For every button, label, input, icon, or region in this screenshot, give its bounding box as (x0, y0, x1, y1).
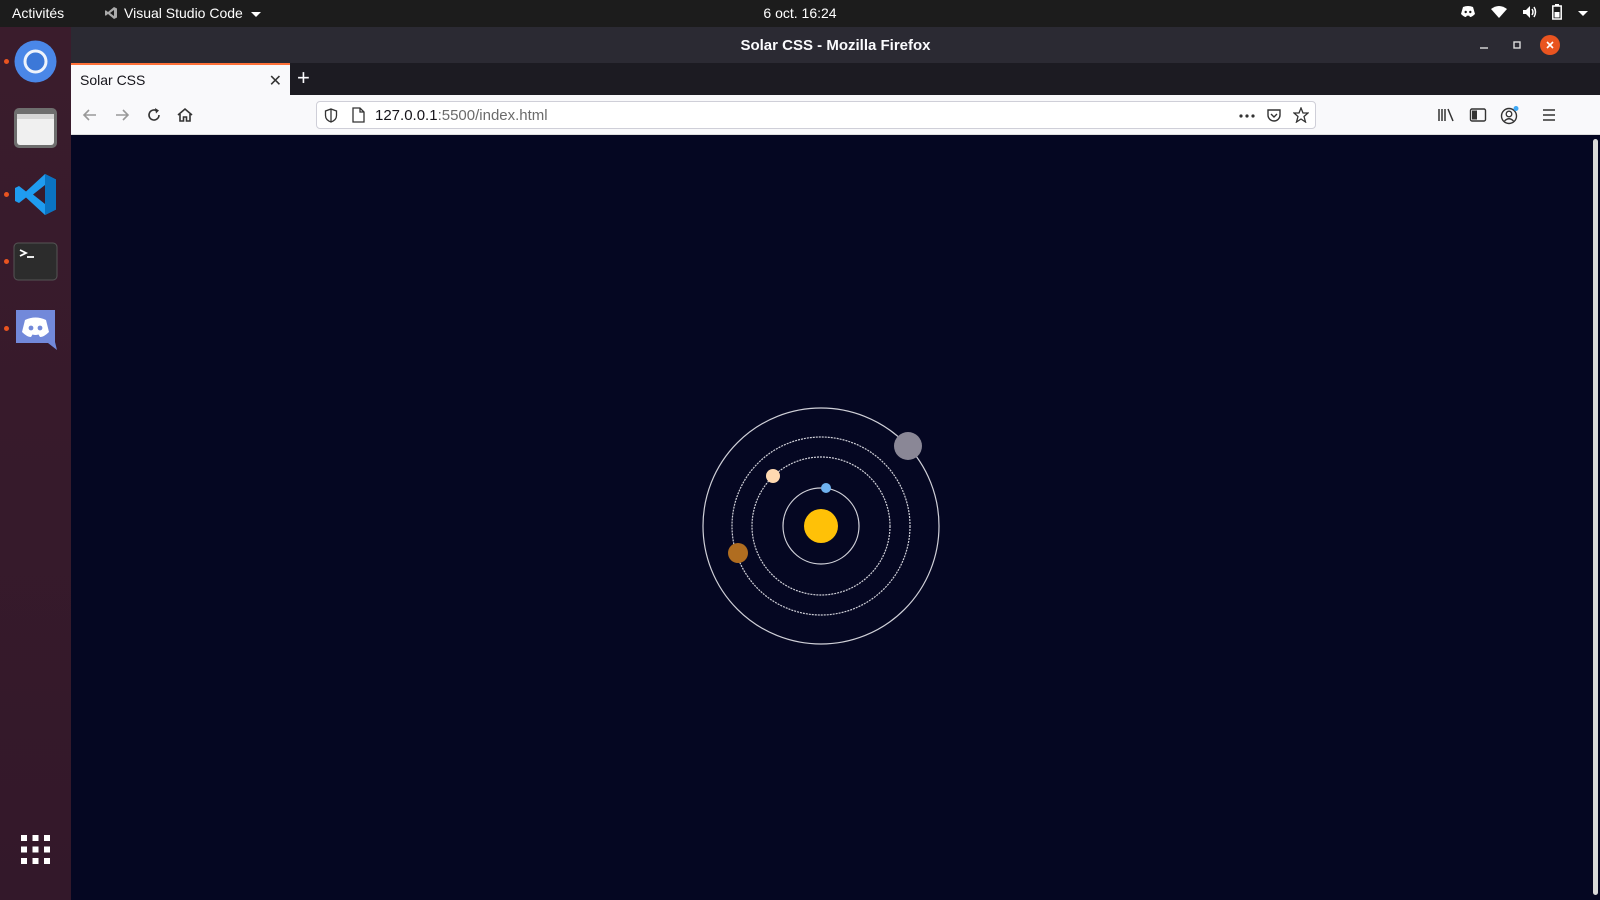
close-tab-icon[interactable]: ✕ (269, 71, 282, 91)
tab-solar-css[interactable]: Solar CSS ✕ (71, 63, 290, 95)
pocket-icon[interactable] (1266, 107, 1282, 123)
bookmark-star-icon[interactable] (1293, 107, 1309, 123)
maximize-icon (1513, 41, 1521, 49)
page-content (71, 135, 1600, 900)
sidebar-button[interactable] (1468, 105, 1488, 125)
app-menu[interactable]: Visual Studio Code (104, 5, 261, 21)
back-button[interactable] (80, 105, 100, 125)
hamburger-menu-icon (1543, 109, 1555, 121)
system-tray[interactable] (1460, 4, 1588, 20)
files-icon (14, 108, 57, 148)
vscode-icon (15, 174, 56, 215)
show-applications-icon (21, 835, 50, 864)
dock-item-files[interactable] (13, 105, 58, 150)
dock-item-terminal[interactable] (13, 239, 58, 284)
discord-tray-icon[interactable] (1460, 5, 1476, 19)
planet-1 (821, 483, 831, 493)
navigation-toolbar: 127.0.0.1:5500/index.html (71, 95, 1600, 135)
home-icon (177, 107, 193, 122)
battery-icon[interactable] (1552, 4, 1562, 20)
terminal-icon (13, 242, 58, 281)
reload-button[interactable] (144, 105, 164, 125)
dock-item-discord[interactable] (13, 306, 58, 351)
window-titlebar[interactable]: Solar CSS - Mozilla Firefox (71, 27, 1600, 63)
running-indicator (4, 59, 9, 64)
account-icon (1500, 106, 1519, 125)
dock-item-chrome[interactable] (13, 39, 58, 84)
window-title: Solar CSS - Mozilla Firefox (740, 37, 931, 54)
maximize-button[interactable] (1507, 35, 1527, 55)
planet-2 (766, 469, 780, 483)
app-menu-caret-icon (250, 11, 261, 17)
page-info-icon[interactable] (352, 107, 365, 123)
firefox-window: Solar CSS - Mozilla Firefox Solar CSS ✕ … (71, 27, 1600, 900)
clock[interactable]: 6 oct. 16:24 (763, 5, 836, 21)
app-menu-label: Visual Studio Code (124, 5, 243, 21)
dock (0, 27, 71, 900)
system-menu-caret-icon[interactable] (1578, 10, 1588, 16)
forward-button[interactable] (112, 105, 132, 125)
account-button[interactable] (1500, 105, 1520, 125)
tracking-shield-icon[interactable] (324, 108, 338, 123)
library-button[interactable] (1436, 105, 1456, 125)
sun (804, 509, 838, 543)
page-actions-menu-icon[interactable] (1239, 114, 1255, 118)
vscode-icon (105, 7, 117, 19)
new-tab-button[interactable]: + (297, 65, 310, 91)
url-bar[interactable]: 127.0.0.1:5500/index.html (316, 101, 1316, 129)
app-menu-button[interactable] (1539, 105, 1559, 125)
back-arrow-icon (82, 109, 96, 121)
close-window-button[interactable] (1540, 35, 1560, 55)
sidebar-icon (1469, 108, 1487, 122)
close-icon (1546, 41, 1554, 49)
wifi-icon[interactable] (1490, 5, 1508, 19)
running-indicator (4, 326, 9, 331)
chrome-icon (14, 40, 57, 83)
solar-system (702, 407, 940, 645)
url-text[interactable]: 127.0.0.1:5500/index.html (375, 107, 548, 124)
tab-label: Solar CSS (80, 72, 146, 88)
running-indicator (4, 192, 9, 197)
planet-4 (894, 432, 922, 460)
discord-icon (16, 310, 57, 350)
url-host: 127.0.0.1 (375, 107, 438, 124)
running-indicator (4, 259, 9, 264)
planet-3 (728, 543, 748, 563)
dock-item-vscode[interactable] (13, 172, 58, 217)
volume-icon[interactable] (1522, 5, 1538, 19)
home-button[interactable] (175, 105, 195, 125)
minimize-button[interactable] (1474, 35, 1494, 55)
tab-strip: Solar CSS ✕ + (71, 63, 1600, 95)
forward-arrow-icon (116, 109, 130, 121)
gnome-top-bar: Activités Visual Studio Code 6 oct. 16:2… (0, 0, 1600, 27)
reload-icon (148, 108, 160, 121)
activities-button[interactable]: Activités (12, 5, 64, 21)
show-applications-button[interactable] (13, 827, 58, 872)
page-scrollbar[interactable] (1593, 139, 1598, 895)
url-path: :5500/index.html (437, 107, 548, 124)
library-icon (1438, 108, 1454, 122)
minimize-icon (1480, 47, 1488, 49)
